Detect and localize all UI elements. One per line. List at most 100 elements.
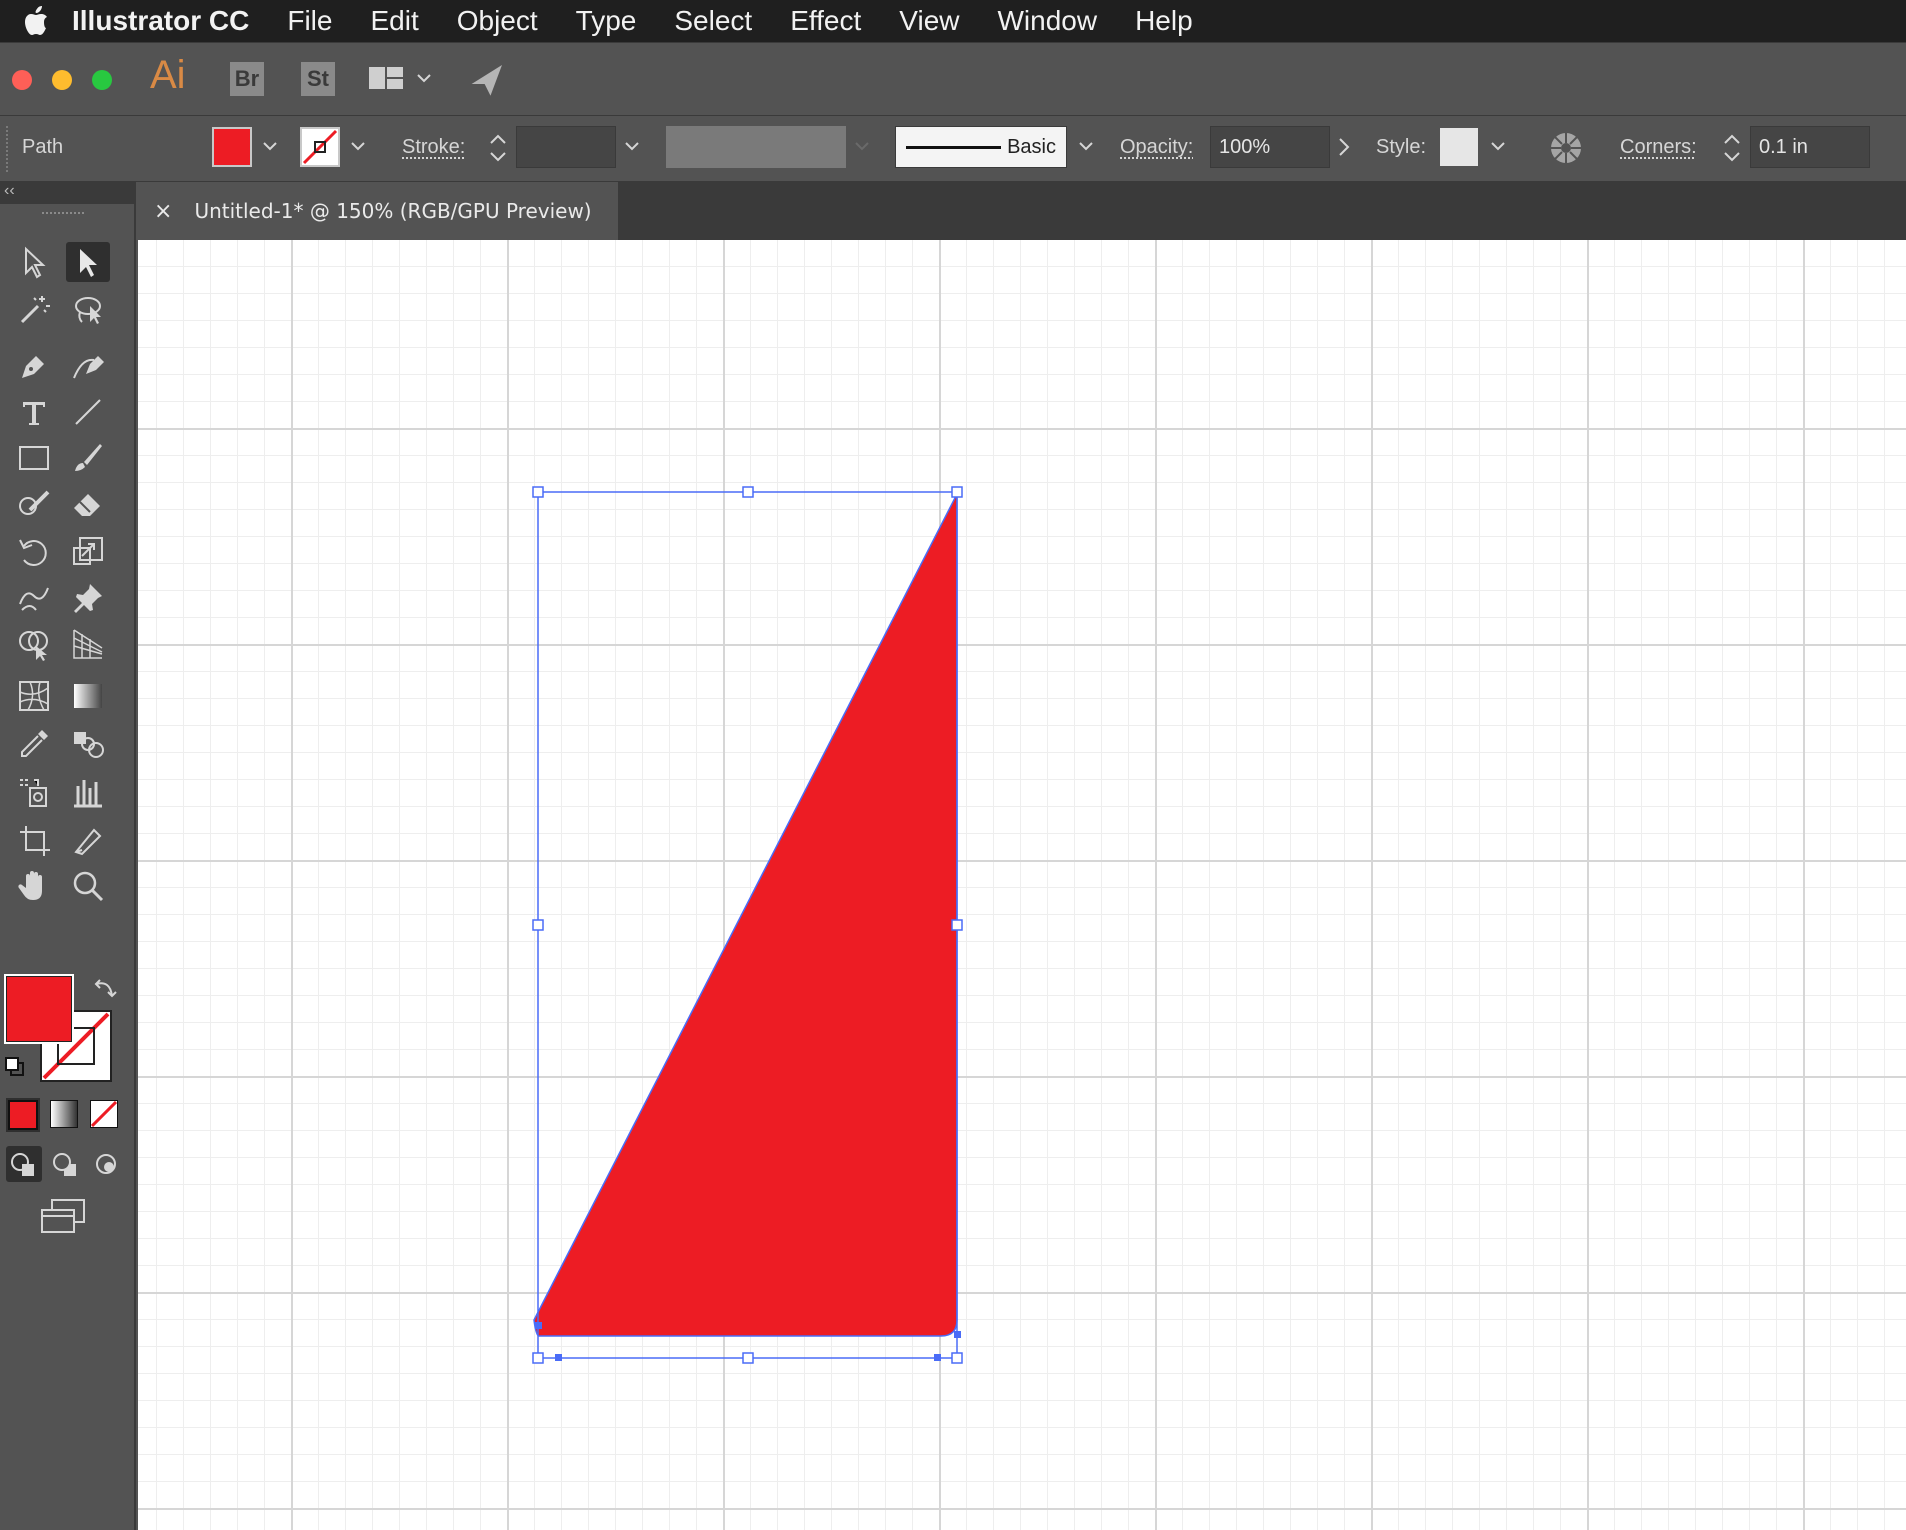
pin-tool[interactable] xyxy=(66,578,110,618)
eraser-tool[interactable] xyxy=(66,484,110,524)
draw-normal-button[interactable] xyxy=(6,1146,42,1182)
bridge-button[interactable]: Br xyxy=(230,62,264,96)
fill-swatch[interactable] xyxy=(212,127,252,167)
brush-preview-line xyxy=(906,145,1001,149)
eyedropper-tool[interactable] xyxy=(12,724,56,764)
type-tool[interactable] xyxy=(12,392,56,432)
close-tab-icon[interactable]: × xyxy=(154,199,172,224)
arrange-documents-button[interactable] xyxy=(368,65,432,91)
perspective-grid-tool[interactable] xyxy=(66,624,110,664)
stroke-label[interactable]: Stroke: xyxy=(402,136,465,159)
stroke-weight-dropdown-icon[interactable] xyxy=(624,140,640,152)
stroke-weight-input[interactable] xyxy=(516,126,616,168)
bbox-handle-top-left[interactable] xyxy=(532,486,544,498)
chevron-down-icon xyxy=(417,74,431,83)
column-graph-tool[interactable] xyxy=(66,772,110,812)
bbox-handle-middle-left[interactable] xyxy=(532,919,544,931)
panel-grip[interactable] xyxy=(6,126,9,172)
rotate-tool[interactable] xyxy=(12,532,56,572)
recolor-artwork-icon[interactable] xyxy=(1548,130,1584,166)
curvature-tool[interactable] xyxy=(66,346,110,386)
graphic-style-swatch[interactable] xyxy=(1440,128,1478,166)
draw-inside-icon[interactable] xyxy=(88,1146,124,1182)
shape-builder-tool[interactable] xyxy=(12,624,56,664)
variable-width-dropdown-icon[interactable] xyxy=(854,140,870,152)
stroke-swatch[interactable] xyxy=(300,127,340,167)
bbox-handle-top-right[interactable] xyxy=(951,486,963,498)
bbox-handle-bottom-left[interactable] xyxy=(532,1352,544,1364)
document-tab-bar: × Untitled-1* @ 150% (RGB/GPU Preview) xyxy=(138,182,1906,240)
menu-type[interactable]: Type xyxy=(576,5,637,37)
anchor-point-right-curve[interactable] xyxy=(954,1331,961,1338)
opacity-label[interactable]: Opacity: xyxy=(1120,136,1193,159)
opacity-arrow-icon[interactable] xyxy=(1336,136,1352,158)
mesh-tool[interactable] xyxy=(12,676,56,716)
gradient-tool[interactable] xyxy=(66,676,110,716)
anchor-point-left-curve[interactable] xyxy=(535,1322,542,1329)
selection-tool[interactable] xyxy=(12,242,56,282)
menu-object[interactable]: Object xyxy=(457,5,538,37)
menu-file[interactable]: File xyxy=(287,5,332,37)
blend-tool[interactable] xyxy=(66,724,110,764)
line-segment-tool[interactable] xyxy=(66,392,110,432)
color-mode-button[interactable] xyxy=(6,1098,40,1132)
paintbrush-tool[interactable] xyxy=(66,438,110,478)
menu-effect[interactable]: Effect xyxy=(790,5,861,37)
menu-edit[interactable]: Edit xyxy=(370,5,418,37)
magic-wand-tool[interactable] xyxy=(12,290,56,330)
anchor-point-bottom-left[interactable] xyxy=(555,1354,562,1361)
slice-tool[interactable] xyxy=(66,820,110,860)
bbox-handle-bottom-right[interactable] xyxy=(951,1352,963,1364)
stroke-dropdown-chevron-icon[interactable] xyxy=(350,140,366,152)
direct-selection-tool[interactable] xyxy=(66,242,110,282)
variable-width-profile-field[interactable] xyxy=(666,126,846,168)
screen-mode-icon[interactable] xyxy=(38,1196,88,1236)
bbox-handle-top-center[interactable] xyxy=(742,486,754,498)
gpu-performance-icon[interactable] xyxy=(466,61,506,106)
swap-fill-stroke-icon[interactable] xyxy=(92,976,118,1002)
fill-color-box[interactable] xyxy=(4,974,74,1044)
app-name-menu[interactable]: Illustrator CC xyxy=(72,5,249,37)
rectangle-tool[interactable] xyxy=(12,438,56,478)
window-minimize-button[interactable] xyxy=(52,70,72,90)
stroke-weight-stepper-icon[interactable] xyxy=(484,128,512,168)
apple-icon[interactable] xyxy=(0,6,72,36)
tools-panel-grip[interactable] xyxy=(42,212,84,218)
window-zoom-button[interactable] xyxy=(92,70,112,90)
puppet-warp-tool[interactable] xyxy=(12,578,56,618)
default-fill-stroke-icon[interactable] xyxy=(4,1056,26,1078)
toolbar-collapse-button[interactable]: ‹‹ xyxy=(0,182,136,204)
menu-help[interactable]: Help xyxy=(1135,5,1193,37)
symbol-sprayer-tool[interactable] xyxy=(12,772,56,812)
corners-stepper-icon[interactable] xyxy=(1718,128,1746,168)
shaper-tool[interactable] xyxy=(12,484,56,524)
style-dropdown-icon[interactable] xyxy=(1490,140,1506,152)
window-close-button[interactable] xyxy=(12,70,32,90)
stock-button[interactable]: St xyxy=(301,62,335,96)
corners-radius-input[interactable]: 0.1 in xyxy=(1750,126,1870,168)
scale-tool[interactable] xyxy=(66,532,110,572)
gradient-mode-button[interactable] xyxy=(50,1100,78,1128)
opacity-input[interactable]: 100% xyxy=(1210,126,1330,168)
red-triangle-path[interactable] xyxy=(533,493,958,1337)
artboard-tool[interactable] xyxy=(12,820,56,860)
bbox-handle-middle-right[interactable] xyxy=(951,919,963,931)
bbox-handle-bottom-center[interactable] xyxy=(742,1352,754,1364)
corners-label[interactable]: Corners: xyxy=(1620,136,1697,159)
menu-view[interactable]: View xyxy=(899,5,959,37)
menu-select[interactable]: Select xyxy=(674,5,752,37)
brush-definition-field[interactable]: Basic xyxy=(895,126,1067,168)
pen-tool[interactable] xyxy=(12,346,56,386)
brush-dropdown-icon[interactable] xyxy=(1078,140,1094,152)
fill-dropdown-chevron-icon[interactable] xyxy=(262,140,278,152)
anchor-point-bottom-right[interactable] xyxy=(934,1354,941,1361)
zoom-tool[interactable] xyxy=(66,866,110,906)
eyedropper-icon xyxy=(21,730,48,757)
none-mode-button[interactable] xyxy=(90,1100,118,1128)
document-tab[interactable]: × Untitled-1* @ 150% (RGB/GPU Preview) xyxy=(138,182,618,240)
hand-tool[interactable] xyxy=(12,866,56,906)
lasso-tool[interactable] xyxy=(66,290,110,330)
draw-behind-icon[interactable] xyxy=(48,1146,84,1182)
artboard-canvas[interactable] xyxy=(138,240,1906,1530)
menu-window[interactable]: Window xyxy=(997,5,1097,37)
